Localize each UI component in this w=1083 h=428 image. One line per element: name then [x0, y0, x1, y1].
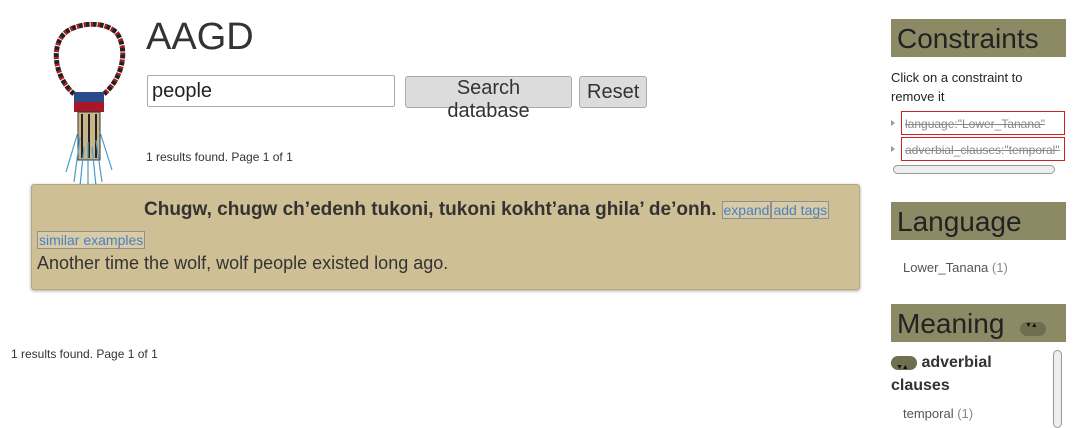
meaning-group[interactable]: adverbial clauses	[891, 351, 1041, 397]
results-summary-top: 1 results found. Page 1 of 1	[146, 150, 293, 164]
search-database-button[interactable]: Search database	[405, 76, 572, 122]
results-summary-bottom: 1 results found. Page 1 of 1	[11, 347, 158, 361]
facet-count: (1)	[957, 406, 974, 421]
result-translation: Another time the wolf, wolf people exist…	[37, 253, 449, 273]
result-sentence: Chugw, chugw ch’edenh tukoni, tukoni kok…	[144, 199, 717, 220]
facet-meaning-temporal[interactable]: temporal (1)	[903, 406, 973, 421]
toggle-pill-icon[interactable]	[891, 355, 917, 379]
constraint-language[interactable]: language:"Lower_Tanana"	[901, 111, 1065, 135]
similar-examples-link[interactable]: similar examples	[37, 231, 146, 249]
constraints-header: Constraints	[891, 19, 1066, 57]
expand-link[interactable]: expand	[721, 201, 772, 219]
constraint-adverbial-clauses[interactable]: adverbial_clauses:"temporal"	[901, 137, 1065, 161]
toggle-pill-icon[interactable]	[1020, 322, 1046, 336]
search-input[interactable]	[147, 75, 395, 107]
language-header: Language	[891, 202, 1066, 240]
reset-button[interactable]: Reset	[579, 76, 647, 108]
add-tags-link[interactable]: add tags	[771, 201, 830, 219]
facet-label[interactable]: temporal	[903, 406, 954, 421]
bullet-icon	[891, 120, 895, 126]
necklace-logo	[53, 22, 126, 186]
constraints-hint: Click on a constraint to remove it	[891, 70, 1023, 104]
facet-count: (1)	[991, 260, 1008, 275]
horizontal-scrollbar[interactable]	[893, 165, 1055, 174]
bullet-icon	[891, 146, 895, 152]
facet-language-lower-tanana[interactable]: Lower_Tanana (1)	[903, 260, 1008, 275]
result-card: Chugw, chugw ch’edenh tukoni, tukoni kok…	[31, 184, 860, 290]
vertical-scrollbar[interactable]	[1053, 350, 1062, 428]
facet-label[interactable]: Lower_Tanana	[903, 260, 988, 275]
app-title: AAGD	[146, 16, 254, 58]
